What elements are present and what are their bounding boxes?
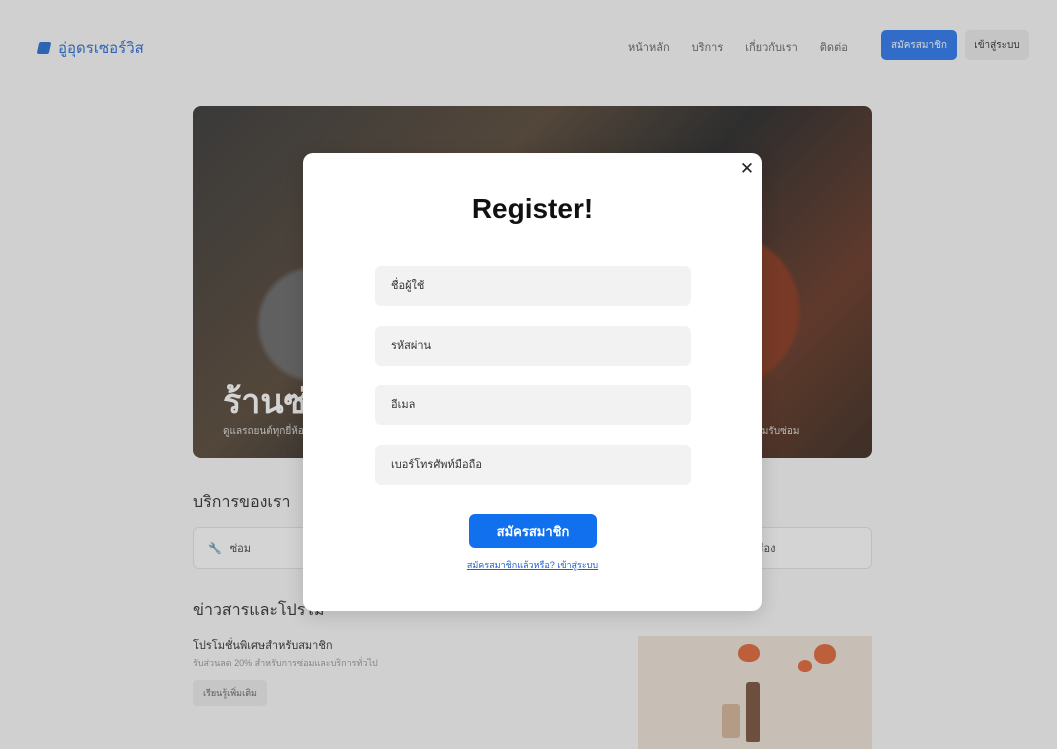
login-link[interactable]: สมัครสมาชิกแล้วหรือ? เข้าสู่ระบบ [303,558,762,572]
phone-input[interactable] [375,445,691,485]
close-icon[interactable]: ✕ [737,159,757,179]
register-modal: ✕ Register! สมัครสมาชิก สมัครสมาชิกแล้วห… [303,153,762,611]
modal-title: Register! [471,193,594,224]
username-input[interactable] [375,266,691,306]
register-submit-button[interactable]: สมัครสมาชิก [469,514,597,548]
password-input[interactable] [375,326,691,366]
email-input[interactable] [375,385,691,425]
